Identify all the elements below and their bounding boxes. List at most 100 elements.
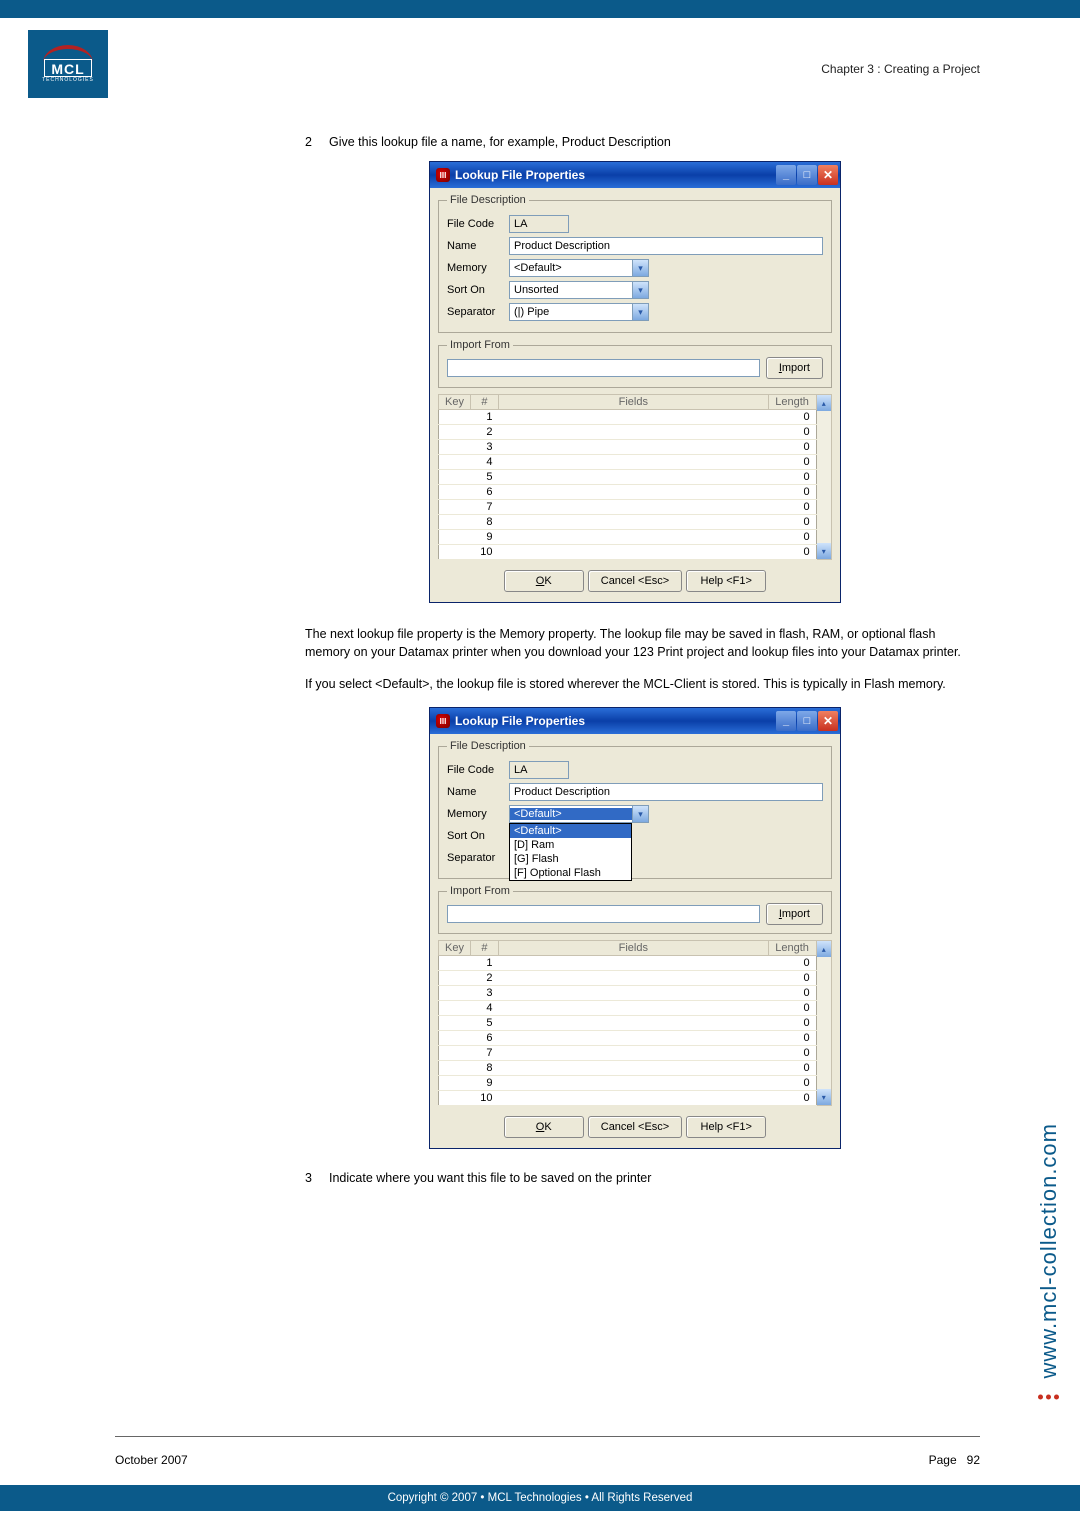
- chevron-down-icon[interactable]: ▾: [632, 260, 648, 276]
- footer-rule: [115, 1436, 980, 1437]
- memory-combo-open[interactable]: <Default> ▾ <Default> [D] Ram [G] Flash …: [509, 805, 649, 823]
- chevron-down-icon[interactable]: ▾: [632, 806, 648, 822]
- scroll-down-icon[interactable]: ▾: [817, 543, 831, 559]
- table-row[interactable]: 10: [439, 956, 817, 971]
- table-scrollbar[interactable]: ▴ ▾: [817, 394, 832, 560]
- logo: MCL TECHNOLOGIES: [28, 30, 108, 98]
- footer-page: Page 92: [929, 1453, 980, 1467]
- memory-value: <Default>: [510, 262, 632, 274]
- sort-label: Sort On: [447, 284, 509, 296]
- memory-label: Memory: [447, 262, 509, 274]
- side-url: www.mcl-collection.com: [1036, 1123, 1062, 1408]
- step-3: 3 Indicate where you want this file to b…: [305, 1171, 965, 1185]
- separator-label: Separator: [447, 852, 509, 864]
- col-key[interactable]: Key: [439, 941, 471, 956]
- table-row[interactable]: 90: [439, 1076, 817, 1091]
- dropdown-option[interactable]: <Default>: [510, 824, 631, 838]
- memory-combo[interactable]: <Default> ▾: [509, 259, 649, 277]
- import-path-input[interactable]: [447, 359, 760, 377]
- app-icon: III: [436, 168, 450, 182]
- dropdown-option[interactable]: [D] Ram: [510, 838, 631, 852]
- ok-button[interactable]: OK: [504, 1116, 584, 1138]
- table-scrollbar[interactable]: ▴ ▾: [817, 940, 832, 1106]
- table-row[interactable]: 70: [439, 500, 817, 515]
- col-length[interactable]: Length: [768, 941, 816, 956]
- table-row[interactable]: 30: [439, 440, 817, 455]
- table-row[interactable]: 90: [439, 530, 817, 545]
- separator-combo[interactable]: (|) Pipe ▾: [509, 303, 649, 321]
- table-row[interactable]: 10: [439, 410, 817, 425]
- close-button[interactable]: ✕: [818, 711, 838, 731]
- titlebar[interactable]: III Lookup File Properties _ □ ✕: [430, 162, 840, 188]
- col-fields[interactable]: Fields: [498, 941, 768, 956]
- scroll-up-icon[interactable]: ▴: [817, 395, 831, 411]
- separator-label: Separator: [447, 306, 509, 318]
- memory-value: <Default>: [510, 808, 632, 820]
- import-button[interactable]: Import: [766, 903, 823, 925]
- sort-label: Sort On: [447, 830, 509, 842]
- scroll-track[interactable]: [817, 957, 831, 1089]
- col-length[interactable]: Length: [768, 395, 816, 410]
- file-code-input[interactable]: LA: [509, 215, 569, 233]
- file-code-label: File Code: [447, 218, 509, 230]
- table-row[interactable]: 20: [439, 971, 817, 986]
- table-row[interactable]: 80: [439, 515, 817, 530]
- sort-combo[interactable]: Unsorted ▾: [509, 281, 649, 299]
- table-row[interactable]: 70: [439, 1046, 817, 1061]
- dropdown-option[interactable]: [G] Flash: [510, 852, 631, 866]
- scroll-up-icon[interactable]: ▴: [817, 941, 831, 957]
- minimize-button[interactable]: _: [776, 165, 796, 185]
- ok-button[interactable]: OK: [504, 570, 584, 592]
- fields-table[interactable]: Key # Fields Length 10 20 30 40 50: [438, 394, 817, 560]
- copyright-bar: Copyright © 2007 • MCL Technologies • Al…: [0, 1485, 1080, 1511]
- minimize-button[interactable]: _: [776, 711, 796, 731]
- table-row[interactable]: 20: [439, 425, 817, 440]
- col-num[interactable]: #: [470, 395, 498, 410]
- table-row[interactable]: 30: [439, 986, 817, 1001]
- import-button[interactable]: Import: [766, 357, 823, 379]
- scroll-down-icon[interactable]: ▾: [817, 1089, 831, 1105]
- table-row[interactable]: 40: [439, 455, 817, 470]
- side-url-text: www.mcl-collection.com: [1036, 1123, 1062, 1379]
- logo-text: MCL: [44, 59, 91, 77]
- paragraph: If you select <Default>, the lookup file…: [305, 675, 965, 693]
- maximize-button[interactable]: □: [797, 165, 817, 185]
- col-key[interactable]: Key: [439, 395, 471, 410]
- file-description-group: File Description File Code LA Name Produ…: [438, 740, 832, 879]
- table-row[interactable]: 50: [439, 1016, 817, 1031]
- name-label: Name: [447, 240, 509, 252]
- name-label: Name: [447, 786, 509, 798]
- memory-label: Memory: [447, 808, 509, 820]
- dropdown-option[interactable]: [F] Optional Flash: [510, 866, 631, 880]
- close-button[interactable]: ✕: [818, 165, 838, 185]
- cancel-button[interactable]: Cancel <Esc>: [588, 570, 682, 592]
- group-legend: Import From: [447, 339, 513, 351]
- help-button[interactable]: Help <F1>: [686, 1116, 766, 1138]
- main-content: 2 Give this lookup file a name, for exam…: [305, 135, 965, 1197]
- table-row[interactable]: 80: [439, 1061, 817, 1076]
- table-row[interactable]: 100: [439, 1091, 817, 1106]
- maximize-button[interactable]: □: [797, 711, 817, 731]
- chevron-down-icon[interactable]: ▾: [632, 304, 648, 320]
- help-button[interactable]: Help <F1>: [686, 570, 766, 592]
- table-row[interactable]: 50: [439, 470, 817, 485]
- logo-subtext: TECHNOLOGIES: [42, 77, 94, 83]
- chevron-down-icon[interactable]: ▾: [632, 282, 648, 298]
- fields-table[interactable]: Key # Fields Length 10 20 30 40 50: [438, 940, 817, 1106]
- step-number: 2: [305, 135, 329, 149]
- cancel-button[interactable]: Cancel <Esc>: [588, 1116, 682, 1138]
- table-row[interactable]: 100: [439, 545, 817, 560]
- col-fields[interactable]: Fields: [498, 395, 768, 410]
- lookup-dialog: III Lookup File Properties _ □ ✕ File De…: [429, 161, 841, 603]
- table-row[interactable]: 60: [439, 1031, 817, 1046]
- name-input[interactable]: Product Description: [509, 783, 823, 801]
- titlebar[interactable]: III Lookup File Properties _ □ ✕: [430, 708, 840, 734]
- import-path-input[interactable]: [447, 905, 760, 923]
- col-num[interactable]: #: [470, 941, 498, 956]
- table-row[interactable]: 40: [439, 1001, 817, 1016]
- table-row[interactable]: 60: [439, 485, 817, 500]
- name-input[interactable]: Product Description: [509, 237, 823, 255]
- file-code-input[interactable]: LA: [509, 761, 569, 779]
- fields-table-wrap: Key # Fields Length 10 20 30 40 50: [438, 940, 832, 1106]
- scroll-track[interactable]: [817, 411, 831, 543]
